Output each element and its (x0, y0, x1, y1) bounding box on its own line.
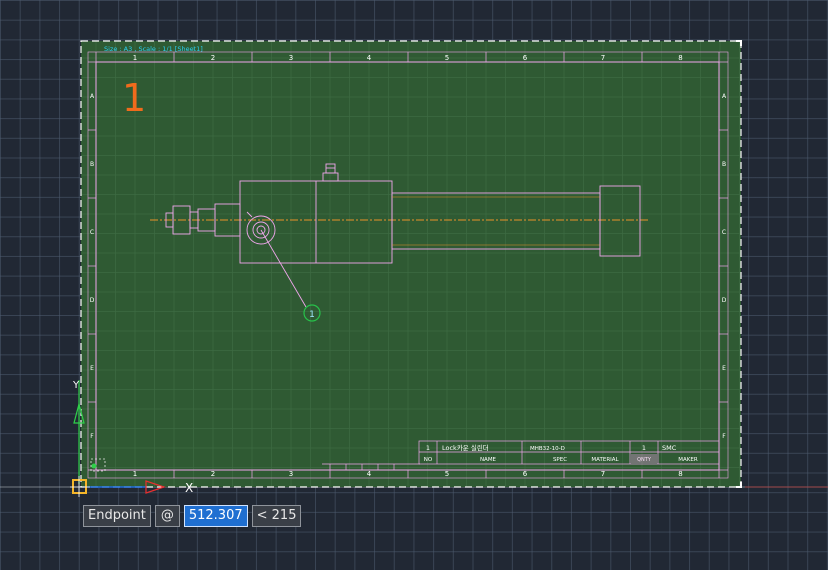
col-label-bottom: 5 (445, 470, 449, 478)
row-label-left: F (90, 433, 94, 440)
osnap-tooltip: Endpoint (83, 505, 151, 527)
tb-no: 1 (426, 444, 430, 452)
col-label-top: 2 (211, 54, 215, 62)
tb-maker: SMC (662, 444, 677, 452)
col-label-top: 1 (133, 54, 137, 62)
col-label-bottom: 3 (289, 470, 293, 478)
col-label-bottom: 7 (601, 470, 605, 478)
col-label-top: 3 (289, 54, 293, 62)
svg-text:X: X (185, 481, 193, 495)
col-label-bottom: 6 (523, 470, 528, 478)
drawing-canvas[interactable]: Size : A3 , Scale : 1/1 [Sheet1] 1 1 2 2 3 3 4… (0, 0, 828, 570)
svg-text:Y: Y (72, 380, 80, 391)
tb-h-no: NO (424, 457, 433, 463)
layout-title[interactable]: Size : A3 , Scale : 1/1 [Sheet1] (104, 45, 203, 53)
row-label-left: B (90, 161, 94, 168)
col-label-bottom: 8 (678, 470, 682, 478)
row-label-right: C (722, 229, 726, 236)
col-label-top: 7 (601, 54, 605, 62)
tb-h-spec: SPEC (553, 457, 567, 463)
row-label-right: E (722, 365, 726, 372)
col-label-bottom: 2 (211, 470, 215, 478)
row-label-left: C (90, 229, 94, 236)
tb-qty-highlight (631, 454, 657, 463)
col-label-top: 5 (445, 54, 449, 62)
tb-name: Lock카운 실린더 (442, 443, 489, 452)
row-label-right: F (722, 433, 726, 440)
tb-spec: MHB32-10-D (530, 446, 565, 452)
tb-h-material: MATERIAL (591, 457, 619, 463)
dynamic-input-bar: Endpoint @ 512.307 < 215 (83, 505, 302, 527)
row-label-left: E (90, 365, 94, 372)
tb-qty: 1 (642, 444, 646, 452)
balloon-label: 1 (309, 310, 315, 320)
col-label-top: 4 (367, 54, 372, 62)
tb-h-maker: MAKER (678, 457, 698, 463)
grip-dot[interactable] (91, 463, 97, 469)
row-label-right: D (722, 297, 727, 304)
col-label-bottom: 4 (367, 470, 372, 478)
col-label-top: 8 (678, 54, 682, 62)
col-label-top: 6 (523, 54, 528, 62)
row-label-right: B (722, 161, 726, 168)
relative-at-box: @ (154, 505, 180, 527)
row-label-left: D (90, 297, 95, 304)
sheet-number: 1 (122, 76, 146, 120)
angle-input[interactable]: < 215 (251, 505, 302, 527)
col-label-bottom: 1 (133, 470, 137, 478)
distance-input[interactable]: 512.307 (183, 505, 248, 527)
tb-h-name: NAME (480, 457, 497, 463)
